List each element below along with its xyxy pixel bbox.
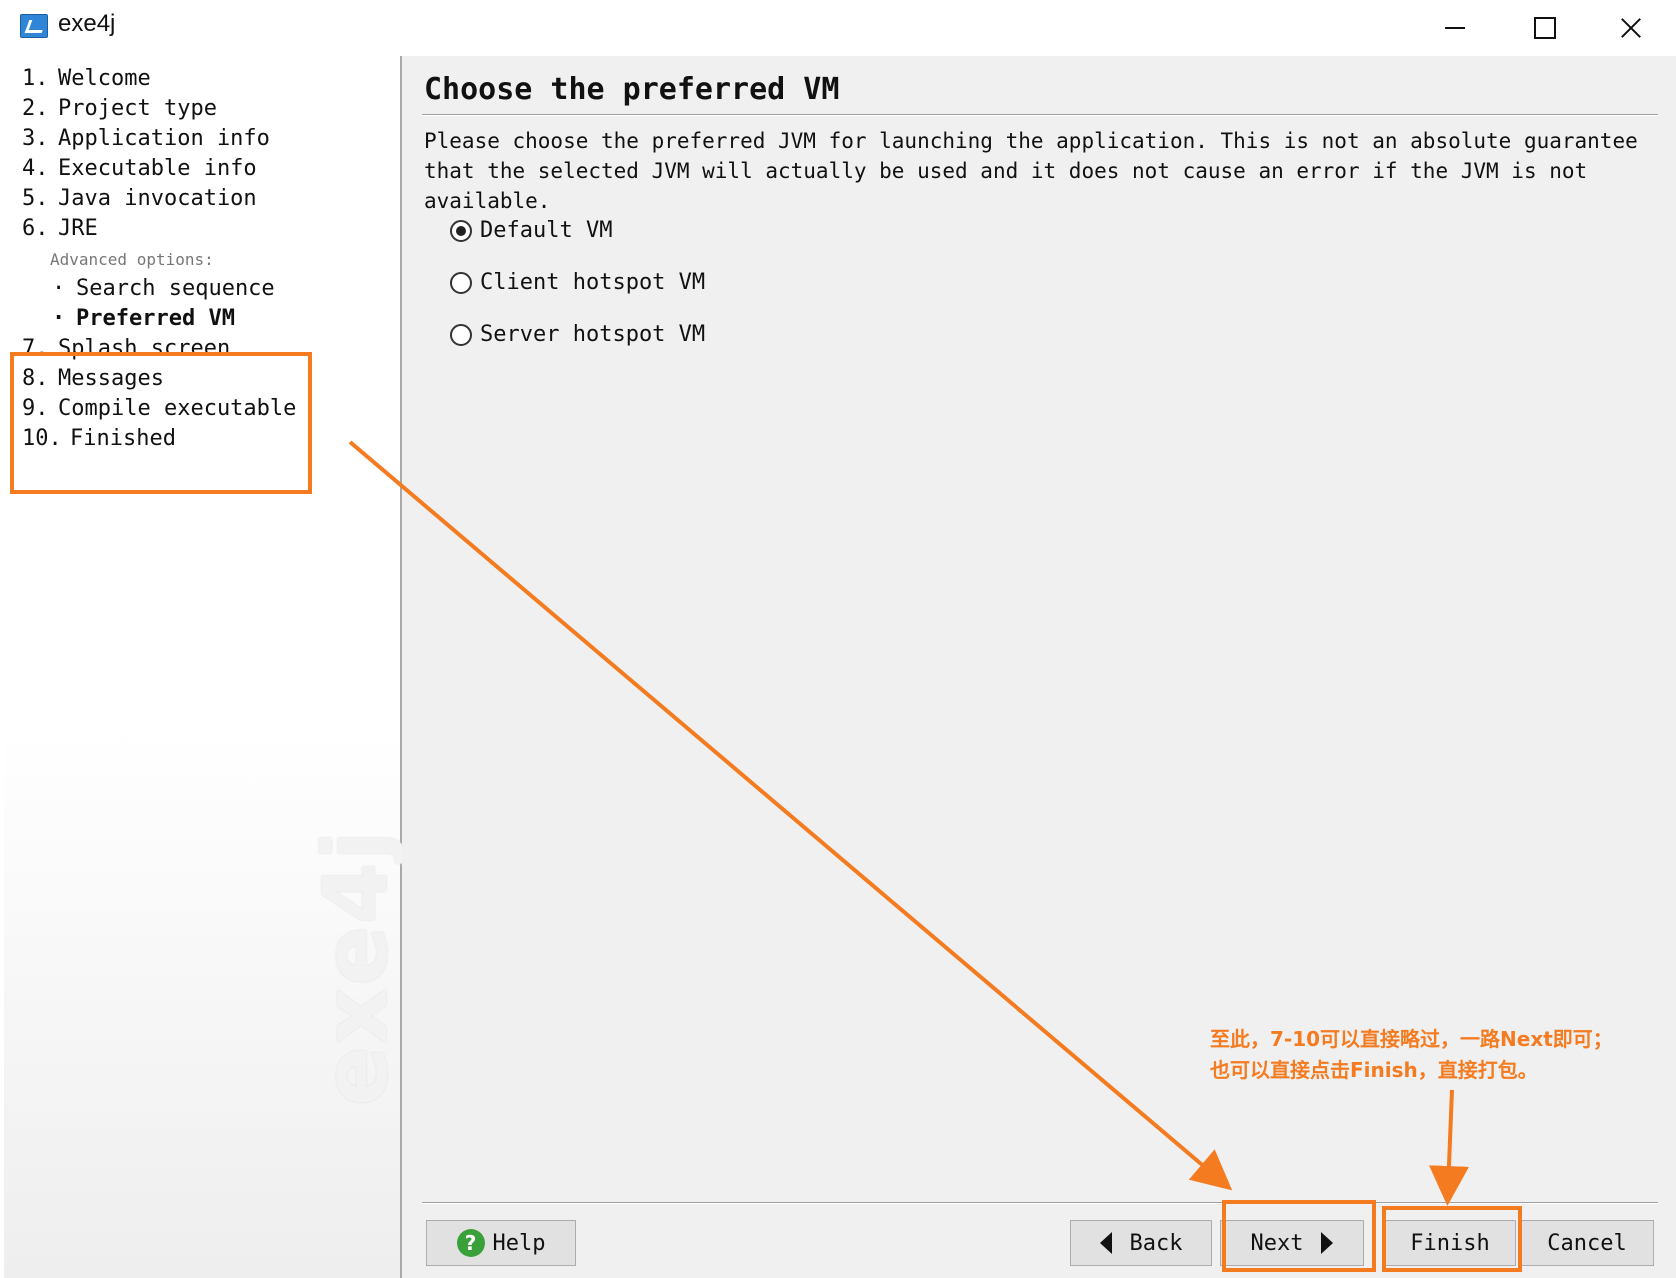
annotation-line-2: 也可以直接点击Finish，直接打包。 bbox=[1210, 1058, 1538, 1082]
arrow-to-next bbox=[348, 440, 1233, 1191]
annotation-note: 至此，7-10可以直接略过，一路Next即可； 也可以直接点击Finish，直接… bbox=[1210, 1024, 1670, 1086]
arrow-to-finish bbox=[1428, 1089, 1469, 1206]
annotation-line-1: 至此，7-10可以直接略过，一路Next即可； bbox=[1210, 1027, 1613, 1051]
annotation-arrows bbox=[348, 440, 1469, 1206]
